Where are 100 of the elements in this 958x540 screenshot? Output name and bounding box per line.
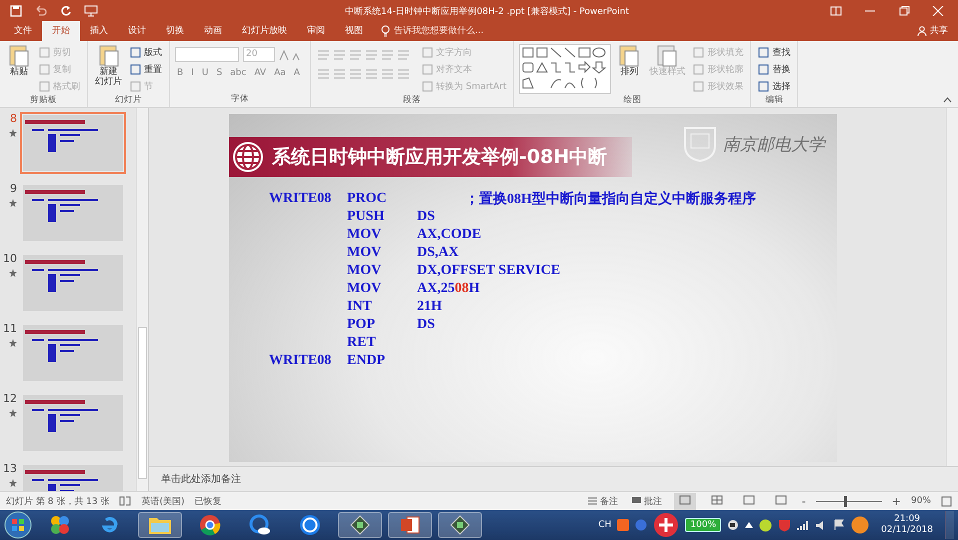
format-button[interactable]: abc bbox=[228, 68, 248, 78]
ribbon-tab[interactable]: 文件 bbox=[4, 21, 42, 41]
slide-thumbnail[interactable] bbox=[20, 392, 126, 454]
slide-thumbnail[interactable] bbox=[20, 322, 126, 384]
ribbon-group-label: 绘图 bbox=[622, 94, 642, 107]
ribbon-large-button[interactable]: 排列 bbox=[615, 43, 644, 79]
ribbon-tab[interactable]: 插入 bbox=[80, 21, 118, 41]
scrollbar[interactable] bbox=[946, 108, 958, 466]
code-instruction: PUSH bbox=[347, 209, 384, 224]
input-language-text[interactable]: CH bbox=[598, 520, 612, 530]
recovered-text: 已恢复 bbox=[194, 496, 222, 508]
slide-thumbnail[interactable] bbox=[20, 112, 126, 174]
slide-number: 8 bbox=[10, 112, 17, 125]
ribbon-tab[interactable]: 幻灯片放映 bbox=[232, 21, 297, 41]
view-icon bbox=[742, 494, 755, 504]
format-button[interactable]: S bbox=[214, 68, 224, 78]
collapse-ribbon-icon[interactable] bbox=[943, 97, 952, 103]
zoom-out-button[interactable]: - bbox=[802, 494, 806, 508]
ribbon-tab[interactable]: 设计 bbox=[118, 21, 156, 41]
zoom-level-text[interactable]: 90% bbox=[910, 496, 931, 506]
ribbon-large-button[interactable]: 粘贴 bbox=[5, 43, 33, 79]
input-method-icon[interactable] bbox=[617, 519, 630, 531]
code-operand: AX,CODE bbox=[417, 227, 482, 242]
comments-button[interactable]: 批注 bbox=[630, 494, 664, 508]
redo-icon[interactable] bbox=[60, 5, 72, 17]
ribbon-group-label: 幻灯片 bbox=[114, 94, 143, 107]
slide-thumbnail[interactable] bbox=[20, 252, 126, 314]
format-button[interactable]: Aa bbox=[272, 68, 288, 78]
signal-icon[interactable] bbox=[797, 520, 810, 530]
seal-icon bbox=[683, 126, 717, 162]
star-icon bbox=[9, 269, 17, 277]
close-icon[interactable] bbox=[932, 6, 944, 16]
view-icon bbox=[678, 494, 691, 504]
square-icon bbox=[693, 64, 704, 75]
notes-button[interactable]: 备注 bbox=[586, 494, 620, 508]
square-icon bbox=[39, 64, 50, 75]
ribbon-tab[interactable]: 开始 bbox=[42, 21, 80, 41]
scrollbar[interactable] bbox=[136, 108, 148, 491]
ribbon-tab[interactable]: 视图 bbox=[335, 21, 373, 41]
spelling-icon[interactable] bbox=[119, 496, 132, 506]
code-instruction: MOV bbox=[347, 245, 382, 260]
star-icon bbox=[9, 409, 17, 417]
language-text[interactable]: 英语(美国) bbox=[141, 494, 185, 508]
cloud-icon bbox=[249, 514, 271, 536]
presentation-app-icon bbox=[399, 514, 421, 536]
plus-badge-icon[interactable] bbox=[653, 512, 680, 538]
ribbon-display-icon[interactable] bbox=[830, 6, 842, 16]
save-icon[interactable] bbox=[10, 5, 22, 17]
zoom-in-button[interactable]: + bbox=[892, 494, 901, 508]
show-hidden-icons-icon[interactable] bbox=[745, 522, 754, 528]
clock-date[interactable]: 02/11/2018 bbox=[881, 525, 933, 536]
font-name-field[interactable] bbox=[175, 47, 239, 62]
round-tray-icon[interactable] bbox=[851, 516, 870, 534]
circle-tray-icon[interactable] bbox=[759, 518, 772, 532]
presentation-icon[interactable] bbox=[84, 5, 98, 17]
square-icon bbox=[422, 64, 433, 75]
ribbon-small-button[interactable]: 查找 bbox=[756, 45, 792, 60]
ribbon-group-label: 编辑 bbox=[764, 94, 784, 107]
share-button[interactable]: 共享 bbox=[907, 24, 958, 41]
clock-time[interactable]: 21:09 bbox=[894, 514, 920, 525]
format-button[interactable]: A bbox=[292, 68, 302, 78]
taskbar-button[interactable] bbox=[388, 512, 432, 538]
undo-icon[interactable] bbox=[34, 5, 48, 17]
square-icon bbox=[693, 47, 704, 58]
start-orb-icon[interactable] bbox=[4, 511, 32, 539]
format-button[interactable]: AV bbox=[252, 68, 268, 78]
ribbon-tab[interactable]: 动画 bbox=[194, 21, 232, 41]
ribbon-small-button[interactable]: 版式 bbox=[128, 45, 164, 60]
code-instruction: MOV bbox=[347, 263, 382, 278]
notes-field[interactable]: 单击此处添加备注 bbox=[159, 472, 363, 486]
ring-icon bbox=[299, 514, 321, 536]
format-button[interactable]: B bbox=[175, 68, 186, 78]
fit-slide-icon[interactable] bbox=[941, 496, 952, 506]
code-instruction: INT bbox=[347, 299, 372, 314]
ribbon-small-button[interactable]: 重置 bbox=[128, 62, 164, 77]
ribbon-small-button[interactable]: 替换 bbox=[756, 62, 792, 77]
view-button[interactable] bbox=[674, 492, 696, 510]
code-label: WRITE08 bbox=[269, 191, 332, 206]
ribbon-tab[interactable]: 审阅 bbox=[297, 21, 335, 41]
code-instruction: ENDP bbox=[347, 353, 386, 368]
ribbon-small-button[interactable]: 选择 bbox=[756, 79, 792, 94]
format-button[interactable]: U bbox=[200, 68, 210, 78]
comment-icon bbox=[632, 497, 641, 505]
shapes-gallery-drawing[interactable] bbox=[519, 44, 612, 94]
ribbon-tab[interactable]: 切换 bbox=[156, 21, 194, 41]
code-operand: 21H bbox=[417, 299, 442, 314]
slide-thumbnail[interactable] bbox=[20, 182, 126, 244]
battery-indicator[interactable]: 100% bbox=[685, 518, 722, 532]
ribbon-large-button[interactable]: 新建 幻灯片 bbox=[93, 43, 124, 89]
square-icon bbox=[130, 81, 141, 92]
restore-icon[interactable] bbox=[898, 6, 910, 16]
format-button[interactable]: I bbox=[189, 68, 196, 78]
person-icon bbox=[917, 26, 927, 36]
square-icon bbox=[422, 81, 433, 92]
star-icon bbox=[9, 479, 17, 487]
zoom-slider-thumb[interactable] bbox=[844, 496, 848, 506]
flag-icon[interactable] bbox=[833, 519, 846, 531]
code-instruction: POP bbox=[347, 317, 375, 332]
star-icon bbox=[9, 199, 17, 207]
code-operand: DS bbox=[417, 209, 435, 224]
